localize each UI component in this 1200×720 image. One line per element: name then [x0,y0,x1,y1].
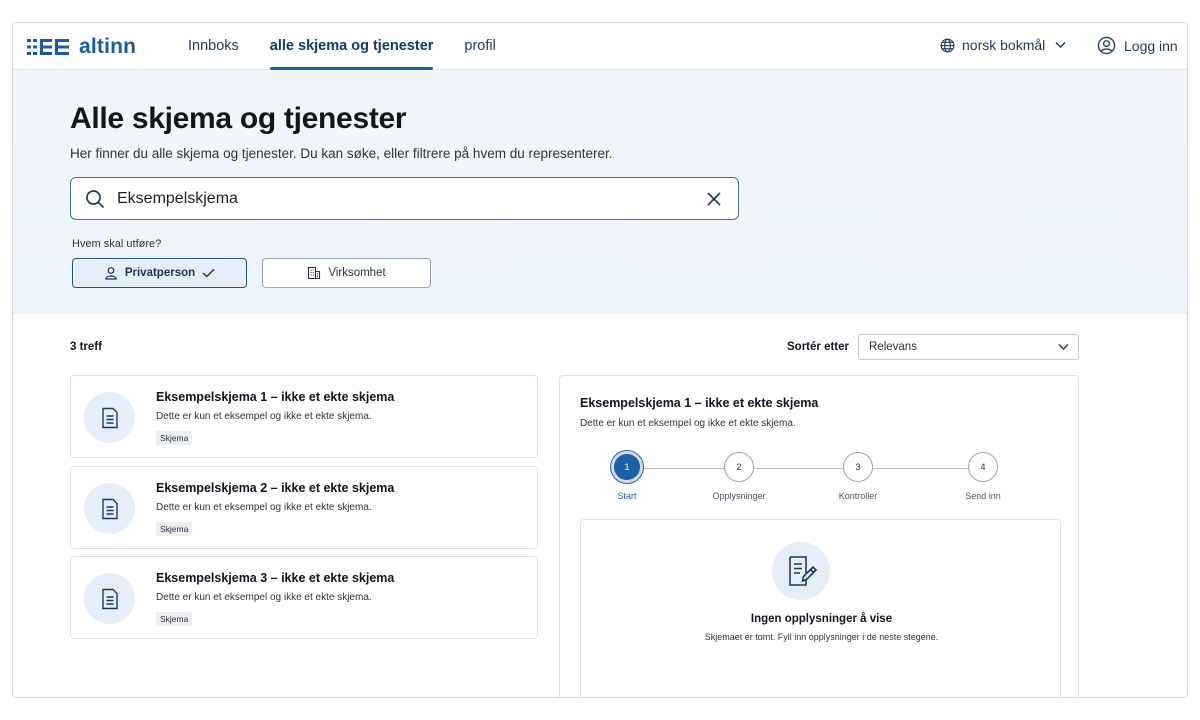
nav-item-innboks[interactable]: Innboks [188,23,239,70]
search-input[interactable] [117,186,677,212]
card-description: Dette er kun et eksempel og ikke et ekte… [156,592,372,603]
document-icon [101,407,118,428]
card-description: Dette er kun et eksempel og ikke et ekte… [156,502,372,513]
filter-privatperson[interactable]: Privatperson [72,258,247,288]
card-icon-circle [84,573,135,624]
step-2-label: Opplysninger [712,491,766,501]
filter-privatperson-label: Privatperson [124,267,196,279]
search-icon [86,190,105,209]
filter-virksomhet-label: Virksomhet [328,267,386,279]
empty-state: Ingen opplysninger å vise Skjemaet er to… [580,519,1061,697]
sort-value: Relevans [869,341,917,353]
nav-item-profil[interactable]: profil [464,23,495,70]
document-icon [101,498,118,519]
page-subtitle: Her finner du alle skjema og tjenester. … [70,146,613,161]
step-2[interactable]: 2 [724,452,754,482]
step-4-label: Send inn [965,491,1001,501]
hero-section: Alle skjema og tjenester Her finner du a… [13,70,1187,314]
card-icon-circle [84,483,135,534]
card-description: Dette er kun et eksempel og ikke et ekte… [156,411,372,422]
main-nav: Innboks alle skjema og tjenester profil [188,23,496,70]
logo-text: altinn [79,35,137,58]
user-circle-icon [1097,36,1116,55]
chevron-down-icon [1055,41,1066,49]
step-4[interactable]: 4 [968,452,998,482]
step-3[interactable]: 3 [843,452,873,482]
step-1-label: Start [617,491,637,501]
result-card-3[interactable]: Eksempelskjema 3 – ikke et ekte skjema D… [70,556,538,639]
step-connector [644,468,724,469]
document-icon [101,588,118,609]
filter-virksomhet[interactable]: Virksomhet [262,258,431,288]
building-icon [308,266,321,280]
close-icon[interactable] [705,190,723,208]
step-connector [754,468,843,469]
check-icon [202,268,215,278]
card-tag: Skjema [156,431,193,445]
globe-icon [940,38,955,52]
login-label: Logg inn [1124,37,1178,54]
card-title: Eksempelskjema 1 – ikke et ekte skjema [156,390,395,404]
card-title: Eksempelskjema 3 – ikke et ekte skjema [156,571,395,585]
card-title: Eksempelskjema 2 – ikke et ekte skjema [156,481,395,495]
who-label: Hvem skal utføre? [72,238,162,250]
detail-description: Dette er kun et eksempel og ikke et ekte… [580,418,796,429]
login-button[interactable]: Logg inn [1097,36,1178,55]
empty-icon-circle [772,542,830,600]
empty-state-title: Ingen opplysninger å vise [750,613,893,625]
empty-state-subtitle: Skjemaet er tomt. Fyll inn opplysninger … [704,632,939,642]
language-selector[interactable]: norsk bokmål [940,37,1066,53]
sort-select[interactable]: Relevans [858,334,1079,360]
result-card-2[interactable]: Eksempelskjema 2 – ikke et ekte skjema D… [70,466,538,549]
document-edit-icon [789,556,818,586]
card-tag: Skjema [156,612,193,626]
nav-item-alle-skjema[interactable]: alle skjema og tjenester [269,23,433,70]
browser-frame: altinn Innboks alle skjema og tjenester … [12,22,1188,698]
altinn-logo[interactable]: altinn [27,35,136,59]
result-count: 3 treff [70,341,102,353]
card-tag: Skjema [156,522,193,536]
chevron-down-icon [1058,344,1069,350]
altinn-logo-icon [27,39,69,55]
card-icon-circle [84,392,135,443]
detail-title: Eksempelskjema 1 – ikke et ekte skjema [580,396,819,410]
step-1[interactable]: 1 [611,451,643,483]
step-3-label: Kontroller [838,491,878,501]
top-header: altinn Innboks alle skjema og tjenester … [13,23,1187,70]
search-box [70,177,739,220]
detail-panel: Eksempelskjema 1 – ikke et ekte skjema D… [559,375,1079,697]
sort-label: Sortér etter [787,341,849,353]
page-title: Alle skjema og tjenester [70,102,407,135]
language-label: norsk bokmål [962,37,1046,53]
step-connector [873,468,968,469]
person-icon [104,267,117,280]
result-card-1[interactable]: Eksempelskjema 1 – ikke et ekte skjema D… [70,375,538,458]
